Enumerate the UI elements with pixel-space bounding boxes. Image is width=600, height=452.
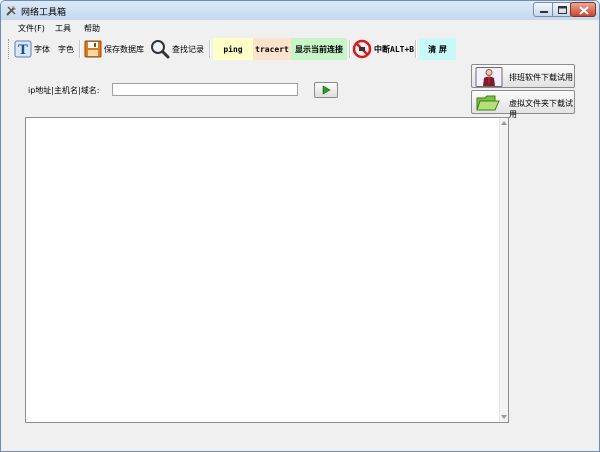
show-connections-button[interactable]: 显示当前连接: [291, 38, 347, 60]
menu-file[interactable]: 文件(F): [18, 23, 45, 34]
show-connections-label: 显示当前连接: [295, 44, 343, 54]
close-button[interactable]: [570, 2, 596, 17]
toolbar-separator: [415, 40, 417, 58]
menu-tools[interactable]: 工具: [55, 23, 71, 34]
minimize-icon: [540, 11, 548, 13]
window-title: 网络工具箱: [21, 8, 67, 18]
go-button[interactable]: [314, 82, 338, 98]
save-db-button[interactable]: 保存数据库: [84, 39, 144, 59]
toolbar-separator: [79, 40, 81, 58]
ping-button[interactable]: ping: [213, 38, 253, 60]
folder-icon: [476, 95, 500, 111]
toolbar-separator: [349, 40, 351, 58]
minimize-button[interactable]: [533, 2, 553, 17]
play-icon: [322, 85, 331, 95]
scroll-down-arrow-icon[interactable]: [501, 415, 507, 419]
color-label: 字色: [58, 44, 74, 54]
person-icon: [475, 67, 503, 87]
find-log-label: 查找记录: [172, 44, 204, 54]
scroll-up-arrow-icon[interactable]: [501, 121, 507, 125]
close-icon: [579, 6, 589, 15]
font-button[interactable]: T 字体: [14, 39, 50, 59]
maximize-button[interactable]: [552, 2, 571, 17]
clear-screen-label: 清 屏: [428, 44, 447, 54]
svg-text:T: T: [18, 43, 28, 58]
virtual-folder-label: 虚拟文件夹下载试用: [509, 99, 573, 119]
font-icon: T: [14, 40, 32, 58]
floppy-disk-icon: [84, 40, 102, 58]
font-label: 字体: [34, 44, 50, 54]
scheduling-software-label: 排班软件下载试用: [509, 73, 573, 82]
ip-host-domain-label: ip地址|主机名|域名:: [28, 86, 100, 95]
menu-help[interactable]: 帮助: [84, 23, 100, 34]
tracert-label: tracert: [255, 44, 289, 54]
toolbar: T 字体 字色 保存数据库 查找记录 ping tracert 显示当前连接 中…: [1, 36, 599, 62]
menu-bar: 文件(F) 工具 帮助: [1, 20, 599, 36]
tracert-button[interactable]: tracert: [253, 38, 291, 60]
find-log-button[interactable]: 查找记录: [150, 39, 204, 59]
stop-icon: [352, 39, 372, 59]
virtual-folder-download-button[interactable]: 虚拟文件夹下载试用: [471, 90, 575, 119]
output-text-area[interactable]: [25, 117, 509, 423]
scheduling-software-download-button[interactable]: 排班软件下载试用: [471, 64, 575, 88]
magnifier-icon: [151, 40, 170, 59]
save-db-label: 保存数据库: [104, 44, 144, 54]
tools-icon: [6, 6, 16, 16]
vertical-scrollbar[interactable]: [499, 118, 508, 422]
title-bar[interactable]: 网络工具箱: [1, 1, 599, 20]
ip-host-input[interactable]: [112, 83, 298, 96]
toolbar-grip[interactable]: [8, 39, 11, 59]
interrupt-label: 中断ALT+B: [374, 44, 415, 54]
app-window: 网络工具箱 文件(F) 工具 帮助 T 字体 字色 保存数据库 查找记录 pin…: [0, 0, 600, 452]
ping-label: ping: [223, 44, 243, 54]
clear-screen-button[interactable]: 清 屏: [419, 38, 456, 60]
interrupt-button[interactable]: 中断ALT+B: [352, 39, 414, 59]
toolbar-separator: [209, 40, 211, 58]
color-button[interactable]: 字色: [58, 39, 74, 59]
